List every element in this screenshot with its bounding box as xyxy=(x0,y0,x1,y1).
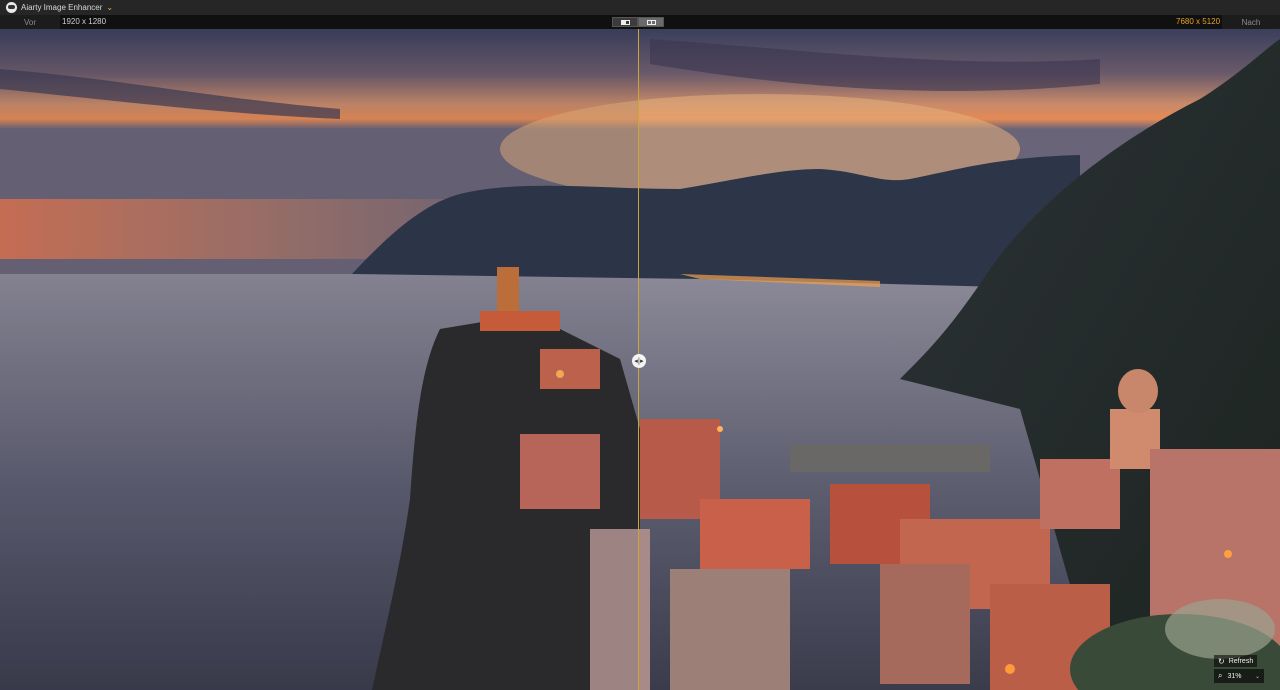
single-view-button[interactable] xyxy=(612,17,638,27)
image-canvas[interactable]: ◂|▸ xyxy=(0,29,1280,690)
after-resolution: 7680 x 5120 xyxy=(1176,17,1221,26)
before-image-region xyxy=(0,29,639,690)
app-menu-chevron-icon[interactable]: ⌄ xyxy=(106,3,113,12)
zoom-icon: ⌕ xyxy=(1218,671,1223,680)
split-view-button[interactable] xyxy=(638,17,664,27)
single-view-icon xyxy=(620,19,630,25)
chevron-down-icon: ⌄ xyxy=(1254,673,1260,680)
zoom-value: 31% xyxy=(1227,672,1242,680)
divider-drag-handle-icon[interactable]: ◂|▸ xyxy=(632,354,646,368)
refresh-icon: ↻ xyxy=(1218,656,1225,666)
refresh-label: Refresh xyxy=(1228,657,1254,665)
split-view-icon xyxy=(646,19,656,25)
comparison-toolbar: Vor 1920 x 1280 7680 x 5120 Nach xyxy=(0,15,1280,29)
after-button[interactable]: Nach xyxy=(1222,15,1280,29)
app-title[interactable]: Aiarty Image Enhancer xyxy=(21,3,102,12)
app-logo-icon xyxy=(6,2,17,13)
title-bar: Aiarty Image Enhancer ⌄ xyxy=(0,0,1280,15)
view-mode-toggle xyxy=(612,17,664,27)
zoom-select[interactable]: ⌕ 31% ⌄ xyxy=(1214,669,1264,683)
before-resolution: 1920 x 1280 xyxy=(62,17,107,26)
refresh-button[interactable]: ↻ Refresh xyxy=(1214,655,1258,667)
before-button[interactable]: Vor xyxy=(0,15,60,29)
